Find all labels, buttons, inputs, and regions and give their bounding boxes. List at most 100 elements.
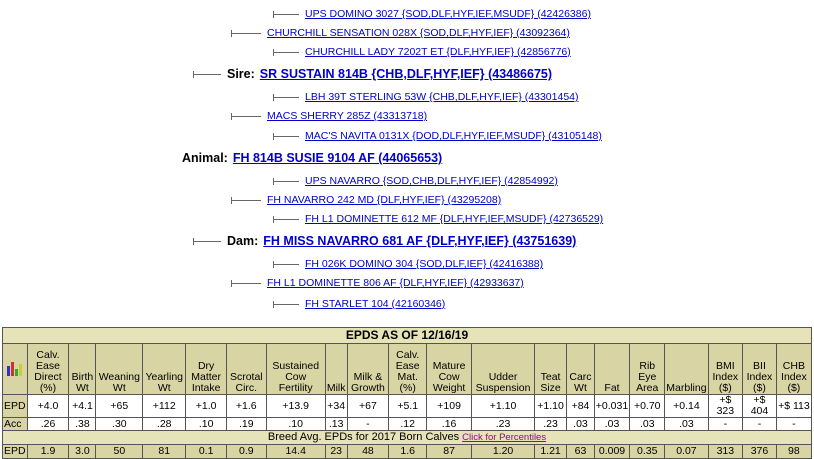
connector-line [231,29,261,37]
epd-header-cell: Mature Cow Weight [426,343,473,395]
connector-line [193,237,221,245]
breed-avg-cell: 87 [426,444,473,459]
link-ds[interactable]: FH NAVARRO 242 MD {DLF,HYF,IEF} (4329520… [267,194,501,206]
breed-avg-title: Breed Avg. EPDs for 2017 Born Calves Cli… [2,430,812,445]
breed-avg-row: EPD 1.9 3.0 50 81 0.1 0.9 14.4 23 48 1.6 87 1.20 1.2… [2,444,813,459]
link-sdd[interactable]: MAC'S NAVITA 0131X {DOD,DLF,HYF,IEF,MSUD… [305,130,602,142]
epd-header-cell: BII Index ($) [742,343,777,395]
epd-value-cell: +34 [324,394,348,418]
epd-header-cell: CHB Index ($) [775,343,813,395]
epd-header-cell: Weaning Wt [95,343,144,395]
acc-value-cell: .13 [324,417,348,431]
percentiles-link[interactable]: Click for Percentiles [462,432,546,443]
breed-avg-title-row: Breed Avg. EPDs for 2017 Born Calves Cli… [2,430,812,445]
epd-title-row: EPDS AS OF 12/16/19 [2,327,812,344]
epd-header-cell: BMI Index ($) [707,343,744,395]
pedigree: UPS DOMINO 3027 {SOD,DLF,HYF,IEF,MSUDF} … [0,0,814,320]
acc-value-cell: .23 [471,417,535,431]
link-sds[interactable]: LBH 39T STERLING 53W {CHB,DLF,HYF,IEF} (… [305,91,579,103]
breed-row-label: EPD [2,444,28,459]
bar-chart-icon[interactable] [2,343,28,395]
link-ss[interactable]: CHURCHILL SENSATION 028X {SOD,DLF,HYF,IE… [267,27,570,39]
connector-line [231,112,261,120]
pedigree-row-sire: Sire: SR SUSTAIN 814B {CHB,DLF,HYF,IEF} … [193,67,552,81]
epd-row-label: EPD [2,394,28,418]
breed-avg-cell: 1.20 [471,444,535,459]
acc-value-cell: .30 [95,417,144,431]
breed-avg-cell: 81 [142,444,187,459]
breed-avg-cell: 313 [707,444,744,459]
pedigree-row-ds: FH NAVARRO 242 MD {DLF,HYF,IEF} (4329520… [231,194,501,206]
breed-avg-cell: 48 [346,444,390,459]
link-animal[interactable]: FH 814B SUSIE 9104 AF (44065653) [233,151,442,165]
connector-line [273,177,299,185]
breed-avg-cell: 63 [566,444,595,459]
acc-row-label: Acc [2,417,28,431]
epd-value-cell: +0.031 [593,394,631,418]
connector-line [273,215,299,223]
acc-value-cell: .26 [26,417,70,431]
breed-avg-cell: 376 [742,444,777,459]
acc-value-cell: .23 [533,417,568,431]
pedigree-row-animal: Animal: FH 814B SUSIE 9104 AF (44065653) [182,151,442,165]
epd-value-cell: +1.0 [185,394,228,418]
link-dd[interactable]: FH L1 DOMINETTE 806 AF {DLF,HYF,IEF} (42… [267,277,524,289]
breed-avg-cell: 0.07 [664,444,709,459]
breed-avg-cell: 14.4 [265,444,326,459]
acc-value-cell: - [775,417,813,431]
epd-header-cell: Carc Wt [566,343,595,395]
epd-header-cell: Dry Matter Intake [185,343,228,395]
epd-value-cell: +65 [95,394,144,418]
link-ssd[interactable]: CHURCHILL LADY 7202T ET {DLF,HYF,IEF} (4… [305,46,571,58]
acc-value-cell: .03 [629,417,666,431]
acc-value-cell: .03 [664,417,709,431]
pedigree-row-sd: MACS SHERRY 285Z (43313718) [231,110,427,122]
pedigree-row-dam: Dam: FH MISS NAVARRO 681 AF {DLF,HYF,IEF… [193,234,576,248]
link-sd[interactable]: MACS SHERRY 285Z (43313718) [267,110,427,122]
breed-avg-cell: 0.009 [593,444,631,459]
epd-value-cell: +109 [426,394,473,418]
breed-avg-cell: 3.0 [68,444,97,459]
link-dds[interactable]: FH 026K DOMINO 304 {SOD,DLF,IEF} (424163… [305,258,543,270]
acc-value-cell: - [707,417,744,431]
epd-header-cell: Calv. Ease Direct (%) [26,343,70,395]
epd-header-cell: Yearling Wt [142,343,187,395]
link-sire[interactable]: SR SUSTAIN 814B {CHB,DLF,HYF,IEF} (43486… [260,67,552,81]
breed-avg-cell: 98 [775,444,813,459]
epd-value-cell: +0.70 [629,394,666,418]
epd-header-cell: Teat Size [533,343,568,395]
epd-header-cell: Milk [324,343,348,395]
acc-value-cell: - [742,417,777,431]
connector-line [273,93,299,101]
pedigree-row-sds: LBH 39T STERLING 53W {CHB,DLF,HYF,IEF} (… [273,91,579,103]
link-dsd[interactable]: FH L1 DOMINETTE 612 MF {DLF,HYF,IEF,MSUD… [305,213,603,225]
pedigree-row-sdd: MAC'S NAVITA 0131X {DOD,DLF,HYF,IEF,MSUD… [273,130,602,142]
epd-header-cell: Rib Eye Area [629,343,666,395]
breed-avg-cell: 23 [324,444,348,459]
epd-value-cell: +$ 323 [707,394,744,418]
connector-line [273,10,299,18]
link-ddd[interactable]: FH STARLET 104 (42160346) [305,298,445,310]
epd-header-cell: Calv. Ease Mat. (%) [388,343,428,395]
pedigree-row-dds: FH 026K DOMINO 304 {SOD,DLF,IEF} (424163… [273,258,543,270]
pedigree-row-dss: UPS NAVARRO {SOD,CHB,DLF,HYF,IEF} (42854… [273,175,558,187]
connector-line [273,300,299,308]
acc-value-cell: .38 [68,417,97,431]
pedigree-row-ddd: FH STARLET 104 (42160346) [273,298,445,310]
epd-value-cell: +67 [346,394,390,418]
link-sss[interactable]: UPS DOMINO 3027 {SOD,DLF,HYF,IEF,MSUDF} … [305,8,591,20]
pedigree-row-dd: FH L1 DOMINETTE 806 AF {DLF,HYF,IEF} (42… [231,277,524,289]
epd-table: EPDS AS OF 12/16/19 Calv. Ease Direct (%… [2,327,813,459]
link-dss[interactable]: UPS NAVARRO {SOD,CHB,DLF,HYF,IEF} (42854… [305,175,558,187]
epd-header-cell: Marbling [664,343,709,395]
epd-header-cell: Scrotal Circ. [226,343,267,395]
link-dam[interactable]: FH MISS NAVARRO 681 AF {DLF,HYF,IEF} (43… [263,234,576,248]
acc-value-cell: .28 [142,417,187,431]
epd-title: EPDS AS OF 12/16/19 [2,327,812,344]
epd-header-cell: Milk & Growth [346,343,390,395]
pedigree-row-ss: CHURCHILL SENSATION 028X {SOD,DLF,HYF,IE… [231,27,570,39]
epd-value-cell: +4.0 [26,394,70,418]
epd-header-cell: Sustained Cow Fertility [265,343,326,395]
connector-line [273,260,299,268]
epd-value-cell: +1.10 [471,394,535,418]
